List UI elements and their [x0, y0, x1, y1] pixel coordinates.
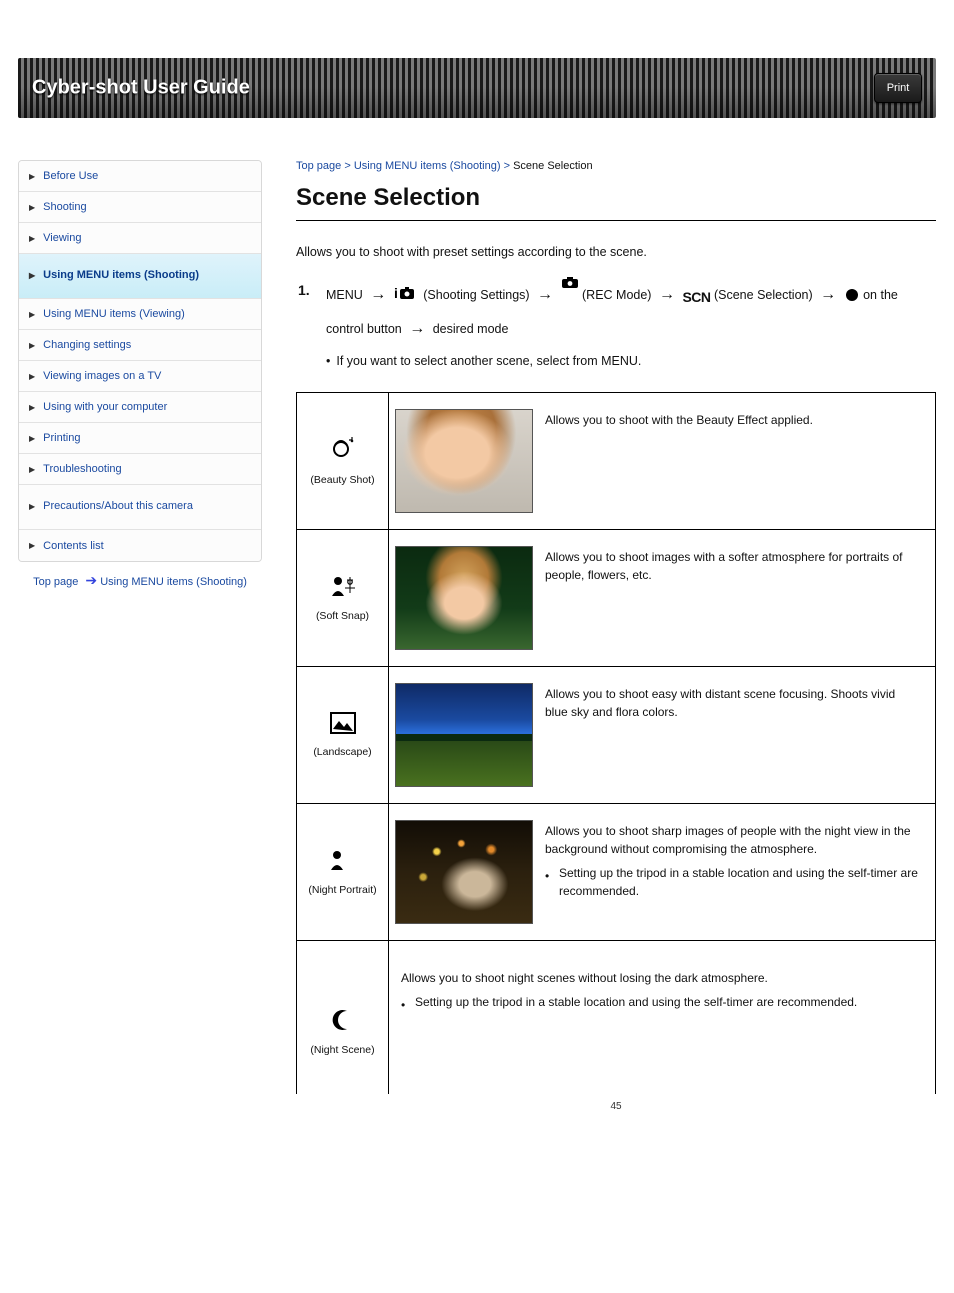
- sidebar-item-label: Using with your computer: [43, 401, 167, 413]
- sidebar-footer: Top page ➔ Using MENU items (Shooting): [18, 562, 262, 593]
- thumbnail-night-portrait: [395, 820, 533, 924]
- step-1: MENU → i (Shooting Settings) → (REC Mode…: [296, 276, 936, 374]
- sidebar-item-before-use[interactable]: ▶Before Use: [19, 161, 261, 192]
- svg-text:i: i: [394, 285, 398, 301]
- table-row: (Night Scene) Allows you to shoot night …: [297, 941, 936, 1095]
- night-portrait-icon: [297, 848, 388, 878]
- mode-description: Allows you to shoot easy with distant sc…: [545, 683, 921, 721]
- thumbnail-soft-snap: [395, 546, 533, 650]
- table-row: (Soft Snap) Allows you to shoot images w…: [297, 530, 936, 667]
- sidebar-item-label: Troubleshooting: [43, 463, 121, 475]
- modes-table: (Beauty Shot) Allows you to shoot with t…: [296, 392, 936, 1095]
- page-title: Cyber-shot User Guide: [32, 77, 250, 100]
- sidebar-item-menu-shooting[interactable]: ▶Using MENU items (Shooting): [19, 254, 261, 299]
- beauty-shot-icon: [297, 436, 388, 468]
- table-row: (Night Portrait) Allows you to shoot sha…: [297, 804, 936, 941]
- thumbnail-landscape: [395, 683, 533, 787]
- sidebar-item-contents[interactable]: ▶Contents list: [19, 530, 261, 561]
- bullet-icon: •: [326, 349, 330, 374]
- mode-label: (Night Portrait): [297, 884, 388, 897]
- text: If you want to select another scene, sel…: [336, 349, 641, 374]
- page-number: 45: [296, 1101, 936, 1112]
- arrow-icon: →: [655, 286, 679, 303]
- sidebar-item-label: Using MENU items (Viewing): [43, 308, 185, 320]
- arrow-icon: →: [816, 286, 840, 303]
- text: (Scene Selection): [714, 288, 813, 302]
- sidebar-item-label: Viewing: [43, 232, 81, 244]
- soft-snap-icon: [297, 574, 388, 604]
- camera-icon: [561, 276, 579, 309]
- sidebar-item-viewing[interactable]: ▶Viewing: [19, 223, 261, 254]
- arrow-icon: →: [405, 320, 429, 337]
- lead-text: Allows you to shoot with preset settings…: [296, 243, 936, 262]
- sidebar-item-precautions[interactable]: ▶Precautions/About this camera: [19, 485, 261, 530]
- camera-i-icon: i: [394, 283, 420, 313]
- mode-description: Allows you to shoot images with a softer…: [545, 546, 921, 584]
- arrow-icon: →: [533, 286, 557, 303]
- mode-label: (Night Scene): [297, 1044, 388, 1057]
- header-bar: Cyber-shot User Guide Print: [18, 58, 936, 118]
- mode-label: (Soft Snap): [297, 610, 388, 623]
- landscape-icon: [297, 712, 388, 740]
- table-row: (Beauty Shot) Allows you to shoot with t…: [297, 393, 936, 530]
- breadcrumb-item[interactable]: Top page: [296, 160, 341, 172]
- mode-tip: Setting up the tripod in a stable locati…: [415, 993, 857, 1014]
- sidebar-item-troubleshooting[interactable]: ▶Troubleshooting: [19, 454, 261, 485]
- mode-tip: Setting up the tripod in a stable locati…: [559, 864, 921, 900]
- bullet-icon: •: [545, 864, 553, 900]
- mode-description: Allows you to shoot with the Beauty Effe…: [545, 409, 921, 429]
- sidebar-item-label: Changing settings: [43, 339, 131, 351]
- arrow-right-icon: ➔: [85, 572, 97, 588]
- sidebar-item-changing-settings[interactable]: ▶Changing settings: [19, 330, 261, 361]
- divider: [296, 220, 936, 221]
- sidebar-item-label: Precautions/About this camera: [43, 500, 193, 514]
- top-page-link[interactable]: Top page: [33, 576, 78, 588]
- bullet-icon: •: [401, 993, 409, 1014]
- main-content: Top page > Using MENU items (Shooting) >…: [296, 160, 936, 1112]
- sidebar-item-menu-viewing[interactable]: ▶Using MENU items (Viewing): [19, 299, 261, 330]
- night-scene-icon: [297, 978, 388, 1038]
- scn-icon: SCN: [682, 283, 710, 311]
- sidebar-item-label: Printing: [43, 432, 80, 444]
- breadcrumb-item[interactable]: Using MENU items (Shooting): [354, 160, 501, 172]
- thumbnail-beauty-shot: [395, 409, 533, 513]
- sidebar-item-shooting[interactable]: ▶Shooting: [19, 192, 261, 223]
- sidebar-item-label: Contents list: [43, 540, 104, 552]
- mode-description: Allows you to shoot night scenes without…: [401, 969, 921, 987]
- steps-list: MENU → i (Shooting Settings) → (REC Mode…: [296, 276, 936, 374]
- print-button[interactable]: Print: [874, 73, 922, 103]
- sidebar-item-label: Before Use: [43, 170, 98, 182]
- table-row: (Landscape) Allows you to shoot easy wit…: [297, 667, 936, 804]
- text: desired mode: [433, 322, 509, 336]
- sidebar: ▶Before Use ▶Shooting ▶Viewing ▶Using ME…: [18, 160, 262, 1112]
- breadcrumb: Top page > Using MENU items (Shooting) >…: [296, 160, 936, 172]
- text: MENU: [326, 288, 366, 302]
- sidebar-item-label: Viewing images on a TV: [43, 370, 161, 382]
- arrow-icon: →: [366, 286, 390, 303]
- sidebar-item-printing[interactable]: ▶Printing: [19, 423, 261, 454]
- sidebar-footer-link[interactable]: Using MENU items (Shooting): [100, 576, 247, 588]
- mode-label: (Landscape): [297, 746, 388, 759]
- control-button-dot-icon: [846, 289, 858, 301]
- sidebar-item-label: Using MENU items (Shooting): [43, 269, 199, 283]
- sidebar-item-tv[interactable]: ▶Viewing images on a TV: [19, 361, 261, 392]
- sidebar-item-computer[interactable]: ▶Using with your computer: [19, 392, 261, 423]
- text: (REC Mode): [582, 288, 655, 302]
- mode-description: Allows you to shoot sharp images of peop…: [545, 822, 921, 858]
- breadcrumb-item: Scene Selection: [513, 160, 593, 172]
- text: (Shooting Settings): [423, 288, 533, 302]
- section-heading: Scene Selection: [296, 184, 936, 212]
- sidebar-item-label: Shooting: [43, 201, 86, 213]
- mode-label: (Beauty Shot): [297, 474, 388, 487]
